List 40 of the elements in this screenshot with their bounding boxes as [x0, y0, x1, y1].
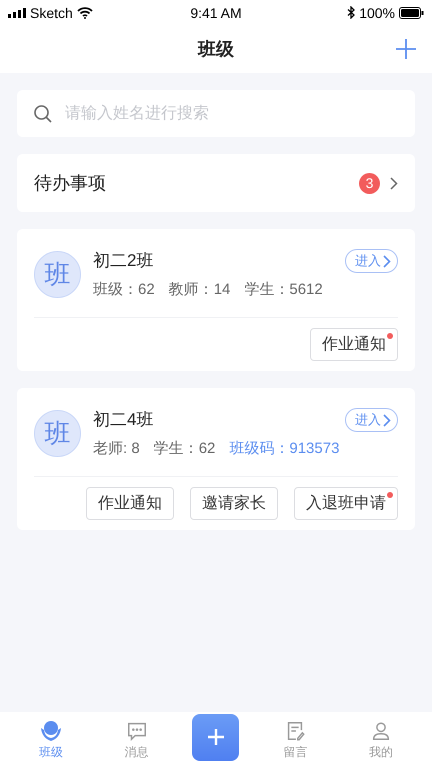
clock-time: 9:41 AM — [190, 4, 242, 20]
add-button[interactable] — [394, 37, 418, 61]
page-title: 班级 — [198, 38, 234, 61]
chevron-right-icon — [382, 254, 391, 268]
class-avatar: 班 — [34, 410, 81, 456]
tab-item[interactable]: 留言 — [265, 720, 326, 760]
class-stat: 老师: 8 — [93, 439, 140, 458]
signal-icon — [8, 8, 26, 18]
todo-label: 待办事项 — [34, 172, 107, 195]
class-code: 班级码：913573 — [229, 439, 340, 458]
people-icon — [38, 720, 63, 742]
add-tab-button[interactable] — [192, 714, 240, 760]
plus-icon — [206, 727, 226, 747]
battery-icon — [399, 6, 424, 18]
class-name: 初二4班 — [93, 409, 154, 431]
todo-row[interactable]: 待办事项 3 — [17, 154, 415, 212]
action-button[interactable]: 作业通知 — [310, 328, 398, 361]
tab-item[interactable]: 我的 — [351, 720, 412, 760]
class-stat: 学生：62 — [154, 439, 216, 458]
class-name: 初二2班 — [93, 250, 154, 272]
enter-button[interactable]: 进入 — [345, 408, 398, 432]
carrier-name: Sketch — [30, 4, 73, 20]
chevron-right-icon — [390, 176, 398, 190]
wifi-icon — [76, 6, 93, 18]
search-field[interactable]: 请输入姓名进行搜索 — [17, 90, 415, 137]
bluetooth-icon — [347, 6, 356, 19]
tab-item[interactable]: 班级 — [20, 720, 81, 760]
action-button[interactable]: 作业通知 — [86, 487, 174, 520]
chevron-right-icon — [382, 414, 391, 426]
tab-item[interactable]: 消息 — [106, 720, 167, 760]
action-button[interactable]: 入退班申请 — [294, 487, 398, 520]
class-stat: 班级：62 — [93, 280, 155, 299]
class-stat: 教师：14 — [168, 280, 230, 299]
class-stat: 学生：5612 — [244, 280, 323, 299]
enter-button[interactable]: 进入 — [345, 249, 398, 273]
plus-icon — [394, 37, 418, 61]
count-badge: 3 — [359, 172, 380, 194]
class-avatar: 班 — [34, 250, 81, 298]
action-button[interactable]: 邀请家长 — [190, 487, 278, 520]
battery-percent: 100% — [359, 4, 395, 20]
